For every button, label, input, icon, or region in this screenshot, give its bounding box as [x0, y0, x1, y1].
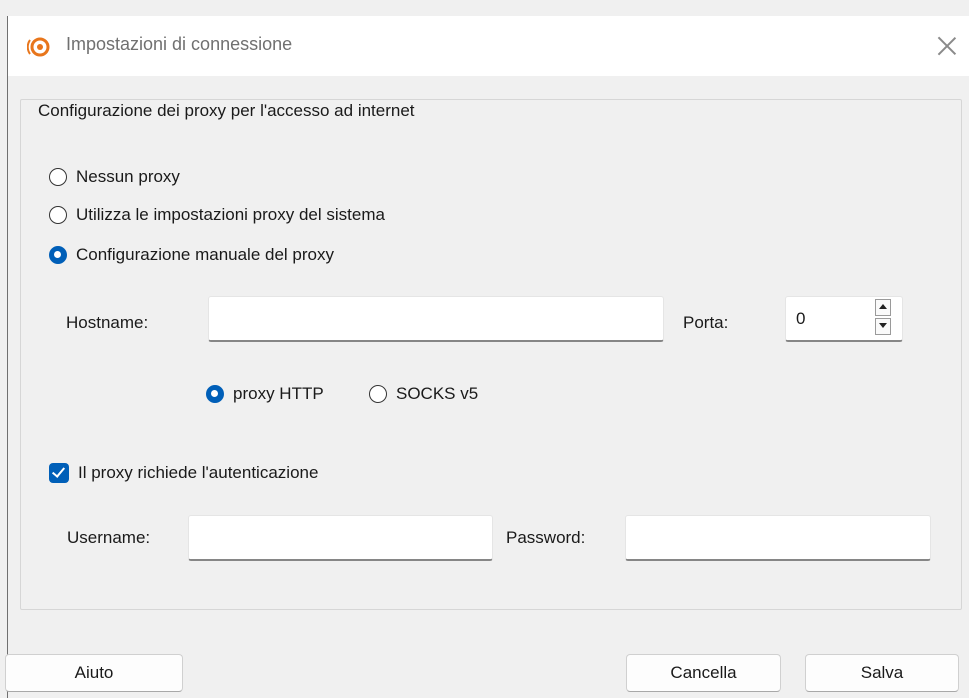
window-title: Impostazioni di connessione [66, 34, 293, 54]
auth-checkbox-row[interactable]: Il proxy richiede l'autenticazione [49, 463, 318, 483]
radio-system-proxy[interactable]: Utilizza le impostazioni proxy del siste… [49, 205, 385, 225]
hostname-label: Hostname: [66, 313, 149, 332]
radio-proxy-http[interactable]: proxy HTTP [206, 384, 324, 404]
radio-proxy-http-label: proxy HTTP [233, 384, 324, 403]
password-label: Password: [506, 528, 586, 547]
radio-no-proxy-circle[interactable] [49, 168, 67, 186]
radio-system-proxy-label: Utilizza le impostazioni proxy del siste… [76, 205, 385, 224]
password-input[interactable] [625, 515, 931, 561]
radio-socks5-label: SOCKS v5 [396, 384, 479, 403]
radio-no-proxy[interactable]: Nessun proxy [49, 167, 180, 187]
radio-manual-proxy-label: Configurazione manuale del proxy [76, 245, 334, 264]
app-logo-icon [27, 37, 50, 57]
radio-manual-proxy-circle[interactable] [49, 246, 67, 264]
username-input[interactable] [188, 515, 493, 561]
spin-up-icon[interactable] [875, 299, 891, 316]
radio-proxy-http-circle[interactable] [206, 385, 224, 403]
cancel-button[interactable]: Cancella [626, 654, 781, 692]
radio-no-proxy-label: Nessun proxy [76, 167, 180, 186]
title-bar: Impostazioni di connessione [8, 16, 969, 76]
radio-socks5-circle[interactable] [369, 385, 387, 403]
auth-checkbox[interactable] [49, 463, 69, 483]
radio-manual-proxy[interactable]: Configurazione manuale del proxy [49, 245, 334, 265]
save-button[interactable]: Salva [805, 654, 959, 692]
hostname-input[interactable] [208, 296, 664, 342]
radio-socks5[interactable]: SOCKS v5 [369, 384, 478, 404]
group-legend: Configurazione dei proxy per l'accesso a… [35, 101, 418, 121]
username-label: Username: [67, 528, 151, 547]
help-button[interactable]: Aiuto [5, 654, 183, 692]
port-label: Porta: [683, 313, 729, 332]
spin-down-icon[interactable] [875, 318, 891, 335]
auth-checkbox-label: Il proxy richiede l'autenticazione [78, 463, 319, 482]
radio-system-proxy-circle[interactable] [49, 206, 67, 224]
port-spinner[interactable] [875, 299, 891, 335]
close-icon[interactable] [932, 31, 962, 61]
